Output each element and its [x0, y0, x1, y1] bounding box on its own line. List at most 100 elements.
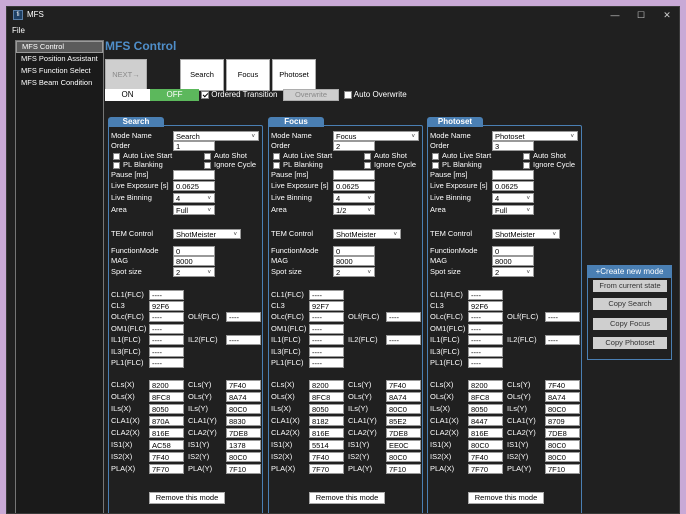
dropdown-area[interactable]: Full ˅ — [173, 205, 215, 215]
field-function-mode[interactable]: 0 — [492, 246, 534, 256]
dropdown-mode-name[interactable]: Focus ˅ — [333, 131, 419, 141]
dropdown-spot-size[interactable]: 2 ˅ — [492, 267, 534, 277]
field-cla1-y[interactable]: 85E2 — [386, 416, 421, 426]
from-current-state-button[interactable]: From current state — [593, 280, 667, 292]
field-cls-x[interactable]: 8200 — [468, 380, 503, 390]
field-live-exposure[interactable]: 0.0625 — [492, 181, 534, 191]
field-mag[interactable]: 8000 — [333, 256, 375, 266]
on-toggle[interactable]: ON — [105, 89, 150, 101]
field-pause[interactable] — [492, 170, 534, 180]
dropdown-area[interactable]: 1/2 ˅ — [333, 205, 375, 215]
sidebar-item-beam-condition[interactable]: MFS Beam Condition — [16, 77, 103, 89]
field-cls-x[interactable]: 8200 — [149, 380, 184, 390]
dropdown-spot-size[interactable]: 2 ˅ — [173, 267, 215, 277]
field-is1-x[interactable]: 80C0 — [468, 440, 503, 450]
field-pla-x[interactable]: 7F70 — [468, 464, 503, 474]
field-is2-x[interactable]: 7F40 — [468, 452, 503, 462]
checkbox-icon[interactable] — [344, 90, 352, 99]
checkbox-icon[interactable] — [113, 152, 120, 160]
field-pla-y[interactable]: 7F10 — [386, 464, 421, 474]
field-cls-y[interactable]: 7F40 — [226, 380, 261, 390]
photoset-mode-button[interactable]: Photoset — [272, 59, 316, 91]
field-il3[interactable]: ---- — [309, 347, 344, 357]
next-button[interactable]: NEXT→ — [105, 59, 147, 91]
field-is1-y[interactable]: 80C0 — [545, 440, 580, 450]
close-button[interactable]: ✕ — [655, 8, 679, 22]
field-pla-x[interactable]: 7F70 — [149, 464, 184, 474]
checkbox-icon[interactable] — [364, 152, 371, 160]
checkbox-icon[interactable] — [113, 161, 120, 169]
field-ils-x[interactable]: 8050 — [309, 404, 344, 414]
maximize-button[interactable]: ☐ — [629, 8, 653, 22]
field-il2[interactable]: ---- — [226, 335, 261, 345]
field-cla1-x[interactable]: 8182 — [309, 416, 344, 426]
remove-mode-button[interactable]: Remove this mode — [149, 492, 225, 504]
checkbox-pl-blanking[interactable]: PL Blanking — [432, 160, 482, 169]
field-pla-y[interactable]: 7F10 — [545, 464, 580, 474]
field-is2-x[interactable]: 7F40 — [149, 452, 184, 462]
copy-search-button[interactable]: Copy Search — [593, 298, 667, 310]
field-pl1[interactable]: ---- — [309, 358, 344, 368]
field-function-mode[interactable]: 0 — [173, 246, 215, 256]
field-ils-y[interactable]: 80C0 — [226, 404, 261, 414]
field-order[interactable]: 3 — [492, 141, 534, 151]
field-ils-y[interactable]: 80C0 — [545, 404, 580, 414]
field-is2-y[interactable]: 80C0 — [226, 452, 261, 462]
dropdown-mode-name[interactable]: Photoset ˅ — [492, 131, 578, 141]
field-ols-x[interactable]: 8FC8 — [468, 392, 503, 402]
minimize-button[interactable]: — — [603, 8, 627, 22]
field-cla1-x[interactable]: 870A — [149, 416, 184, 426]
focus-mode-button[interactable]: Focus — [226, 59, 270, 91]
checkbox-icon[interactable] — [204, 161, 211, 169]
field-il3[interactable]: ---- — [468, 347, 503, 357]
search-mode-button[interactable]: Search — [180, 59, 224, 91]
field-is2-y[interactable]: 80C0 — [545, 452, 580, 462]
field-is1-y[interactable]: EE0C — [386, 440, 421, 450]
field-cla1-x[interactable]: 8447 — [468, 416, 503, 426]
checkbox-icon[interactable] — [523, 152, 530, 160]
field-cl1[interactable]: ---- — [468, 290, 503, 300]
field-om1[interactable]: ---- — [149, 324, 184, 334]
dropdown-tem-control[interactable]: ShotMeister ˅ — [333, 229, 401, 239]
sidebar-item-mfs-control[interactable]: MFS Control — [16, 41, 103, 53]
dropdown-live-binning[interactable]: 4 ˅ — [333, 193, 375, 203]
checkbox-auto-shot[interactable]: Auto Shot — [523, 151, 566, 160]
field-ols-x[interactable]: 8FC8 — [309, 392, 344, 402]
remove-mode-button[interactable]: Remove this mode — [309, 492, 385, 504]
sidebar-item-function-select[interactable]: MFS Function Select — [16, 65, 103, 77]
field-order[interactable]: 1 — [173, 141, 215, 151]
field-olf[interactable]: ---- — [226, 312, 261, 322]
overwrite-button[interactable]: Overwrite — [283, 89, 339, 101]
off-toggle[interactable]: OFF — [150, 89, 199, 101]
copy-focus-button[interactable]: Copy Focus — [593, 318, 667, 330]
field-olf[interactable]: ---- — [545, 312, 580, 322]
field-il2[interactable]: ---- — [386, 335, 421, 345]
field-is2-x[interactable]: 7F40 — [309, 452, 344, 462]
field-cla2-x[interactable]: 816E — [309, 428, 344, 438]
field-cl1[interactable]: ---- — [149, 290, 184, 300]
checkbox-pl-blanking[interactable]: PL Blanking — [273, 160, 323, 169]
field-live-exposure[interactable]: 0.0625 — [333, 181, 375, 191]
checkbox-ignore-cycle[interactable]: Ignore Cycle — [364, 160, 416, 169]
field-ils-x[interactable]: 8050 — [468, 404, 503, 414]
field-pla-y[interactable]: 7F10 — [226, 464, 261, 474]
checkbox-icon[interactable] — [273, 152, 280, 160]
checkbox-icon[interactable] — [432, 161, 439, 169]
field-il3[interactable]: ---- — [149, 347, 184, 357]
field-cla2-y[interactable]: 7DE8 — [545, 428, 580, 438]
dropdown-live-binning[interactable]: 4 ˅ — [492, 193, 534, 203]
field-pl1[interactable]: ---- — [468, 358, 503, 368]
checkbox-icon[interactable] — [523, 161, 530, 169]
checkbox-icon[interactable] — [432, 152, 439, 160]
field-function-mode[interactable]: 0 — [333, 246, 375, 256]
field-ils-y[interactable]: 80C0 — [386, 404, 421, 414]
field-cla2-x[interactable]: 816E — [149, 428, 184, 438]
field-olc[interactable]: ---- — [309, 312, 344, 322]
field-cl3[interactable]: 92F6 — [468, 301, 503, 311]
sidebar-item-position-assistant[interactable]: MFS Position Assistant — [16, 53, 103, 65]
field-pl1[interactable]: ---- — [149, 358, 184, 368]
field-pause[interactable] — [173, 170, 215, 180]
checkbox-auto-live-start[interactable]: Auto Live Start — [273, 151, 332, 160]
field-cla1-y[interactable]: 8830 — [226, 416, 261, 426]
field-pause[interactable] — [333, 170, 375, 180]
